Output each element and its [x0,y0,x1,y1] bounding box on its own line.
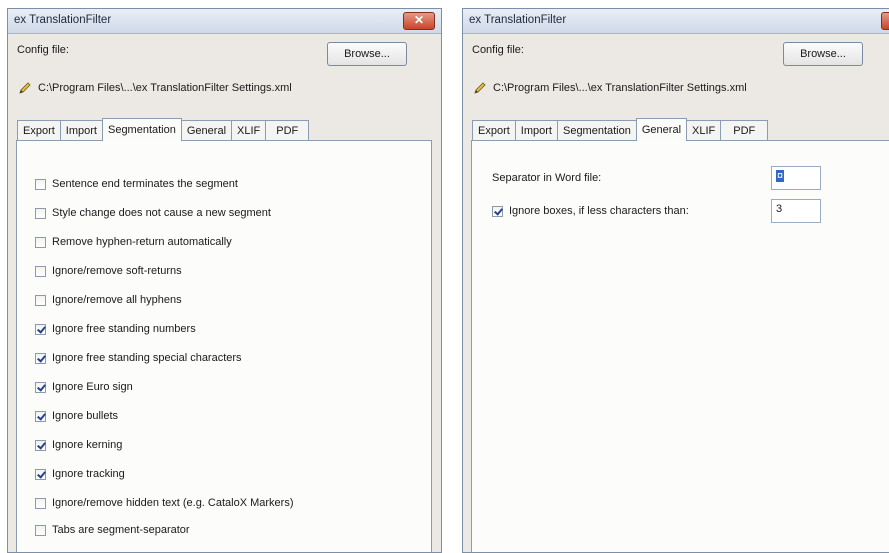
option-label: Ignore/remove soft-returns [52,265,182,277]
option-soft-returns[interactable]: Ignore/remove soft-returns [35,265,182,277]
tab-general[interactable]: General [635,118,688,141]
option-label: Ignore bullets [52,410,119,422]
option-label: Ignore free standing numbers [52,323,196,335]
option-sentence-end[interactable]: Sentence end terminates the segment [35,178,238,190]
tab-xlif[interactable]: XLIF [231,120,267,140]
checkbox[interactable] [35,323,46,335]
checkbox[interactable] [35,381,46,393]
tab-segmentation[interactable]: Segmentation [101,118,182,141]
checkbox[interactable] [35,524,46,536]
title-bar: ex TranslationFilter ✕ [463,9,889,34]
option-label: Sentence end terminates the segment [52,178,238,190]
tab-strip: Export Import Segmentation General XLIF … [472,118,769,141]
option-all-hyphens[interactable]: Ignore/remove all hyphens [35,294,182,306]
option-label: Ignore/remove hidden text (e.g. CataloX … [52,497,294,509]
tab-export[interactable]: Export [17,120,61,140]
general-panel: Separator in Word file: ¤ Ignore boxes, … [471,140,889,552]
option-label: Remove hyphen-return automatically [52,236,232,248]
option-label: Ignore/remove all hyphens [52,294,182,306]
config-file-label: Config file: [472,44,524,56]
checkbox[interactable] [35,207,46,219]
tab-xlif[interactable]: XLIF [686,120,722,140]
option-label: Tabs are segment-separator [52,524,190,536]
checkbox[interactable] [35,236,46,248]
tab-export[interactable]: Export [472,120,516,140]
close-icon[interactable]: ✕ [403,12,435,30]
option-label: Ignore free standing special characters [52,352,242,364]
config-path-text: C:\Program Files\...\ex TranslationFilte… [493,82,747,94]
checkbox[interactable] [35,468,46,480]
option-label: Ignore Euro sign [52,381,133,393]
option-label: Ignore tracking [52,468,125,480]
checkbox[interactable] [35,294,46,306]
pencil-icon [474,82,486,94]
option-tracking[interactable]: Ignore tracking [35,468,125,480]
tab-pdf[interactable]: PDF [265,120,310,140]
browse-button[interactable]: Browse... [327,42,407,66]
checkbox[interactable] [35,410,46,422]
config-file-label: Config file: [17,44,69,56]
option-bullets[interactable]: Ignore bullets [35,410,118,422]
checkbox[interactable] [35,497,46,509]
tab-import[interactable]: Import [514,120,558,140]
segmentation-panel: Sentence end terminates the segment Styl… [16,140,432,552]
config-path-text: C:\Program Files\...\ex TranslationFilte… [38,82,292,94]
option-euro-sign[interactable]: Ignore Euro sign [35,381,133,393]
option-free-numbers[interactable]: Ignore free standing numbers [35,323,196,335]
separator-label: Separator in Word file: [492,172,602,184]
tab-pdf[interactable]: PDF [720,120,769,140]
ignore-boxes-value: 3 [776,203,783,215]
ignore-boxes-field[interactable]: 3 [771,199,821,223]
config-path: C:\Program Files\...\ex TranslationFilte… [18,81,292,95]
config-path: C:\Program Files\...\ex TranslationFilte… [473,81,747,95]
close-icon[interactable]: ✕ [881,12,889,30]
window-title: ex TranslationFilter [14,14,112,26]
title-bar: ex TranslationFilter ✕ [8,9,441,34]
option-label: Ignore kerning [52,439,123,451]
tab-general[interactable]: General [180,120,233,140]
tab-import[interactable]: Import [59,120,103,140]
option-remove-hyphen-return[interactable]: Remove hyphen-return automatically [35,236,232,248]
ignore-boxes-label: Ignore boxes, if less characters than: [509,205,689,217]
ignore-boxes-option[interactable]: Ignore boxes, if less characters than: [492,205,689,217]
checkbox[interactable] [35,178,46,190]
option-kerning[interactable]: Ignore kerning [35,439,122,451]
tab-strip: Export Import Segmentation General XLIF … [17,118,310,141]
option-style-change[interactable]: Style change does not cause a new segmen… [35,207,271,219]
tab-segmentation[interactable]: Segmentation [556,120,637,140]
checkbox[interactable] [492,205,503,217]
window-title: ex TranslationFilter [469,14,567,26]
option-label: Style change does not cause a new segmen… [52,207,271,219]
checkbox[interactable] [35,439,46,451]
pencil-icon [19,82,31,94]
browse-button[interactable]: Browse... [783,42,863,66]
separator-value: ¤ [776,170,785,182]
option-hidden-text[interactable]: Ignore/remove hidden text (e.g. CataloX … [35,497,294,509]
translation-filter-window-general: ex TranslationFilter ✕ Config file: Brow… [462,8,889,553]
option-tabs-separator[interactable]: Tabs are segment-separator [35,524,190,536]
translation-filter-window-segmentation: ex TranslationFilter ✕ Config file: Brow… [7,8,442,553]
checkbox[interactable] [35,265,46,277]
option-free-special-chars[interactable]: Ignore free standing special characters [35,352,242,364]
checkbox[interactable] [35,352,46,364]
separator-field[interactable]: ¤ [771,166,821,190]
